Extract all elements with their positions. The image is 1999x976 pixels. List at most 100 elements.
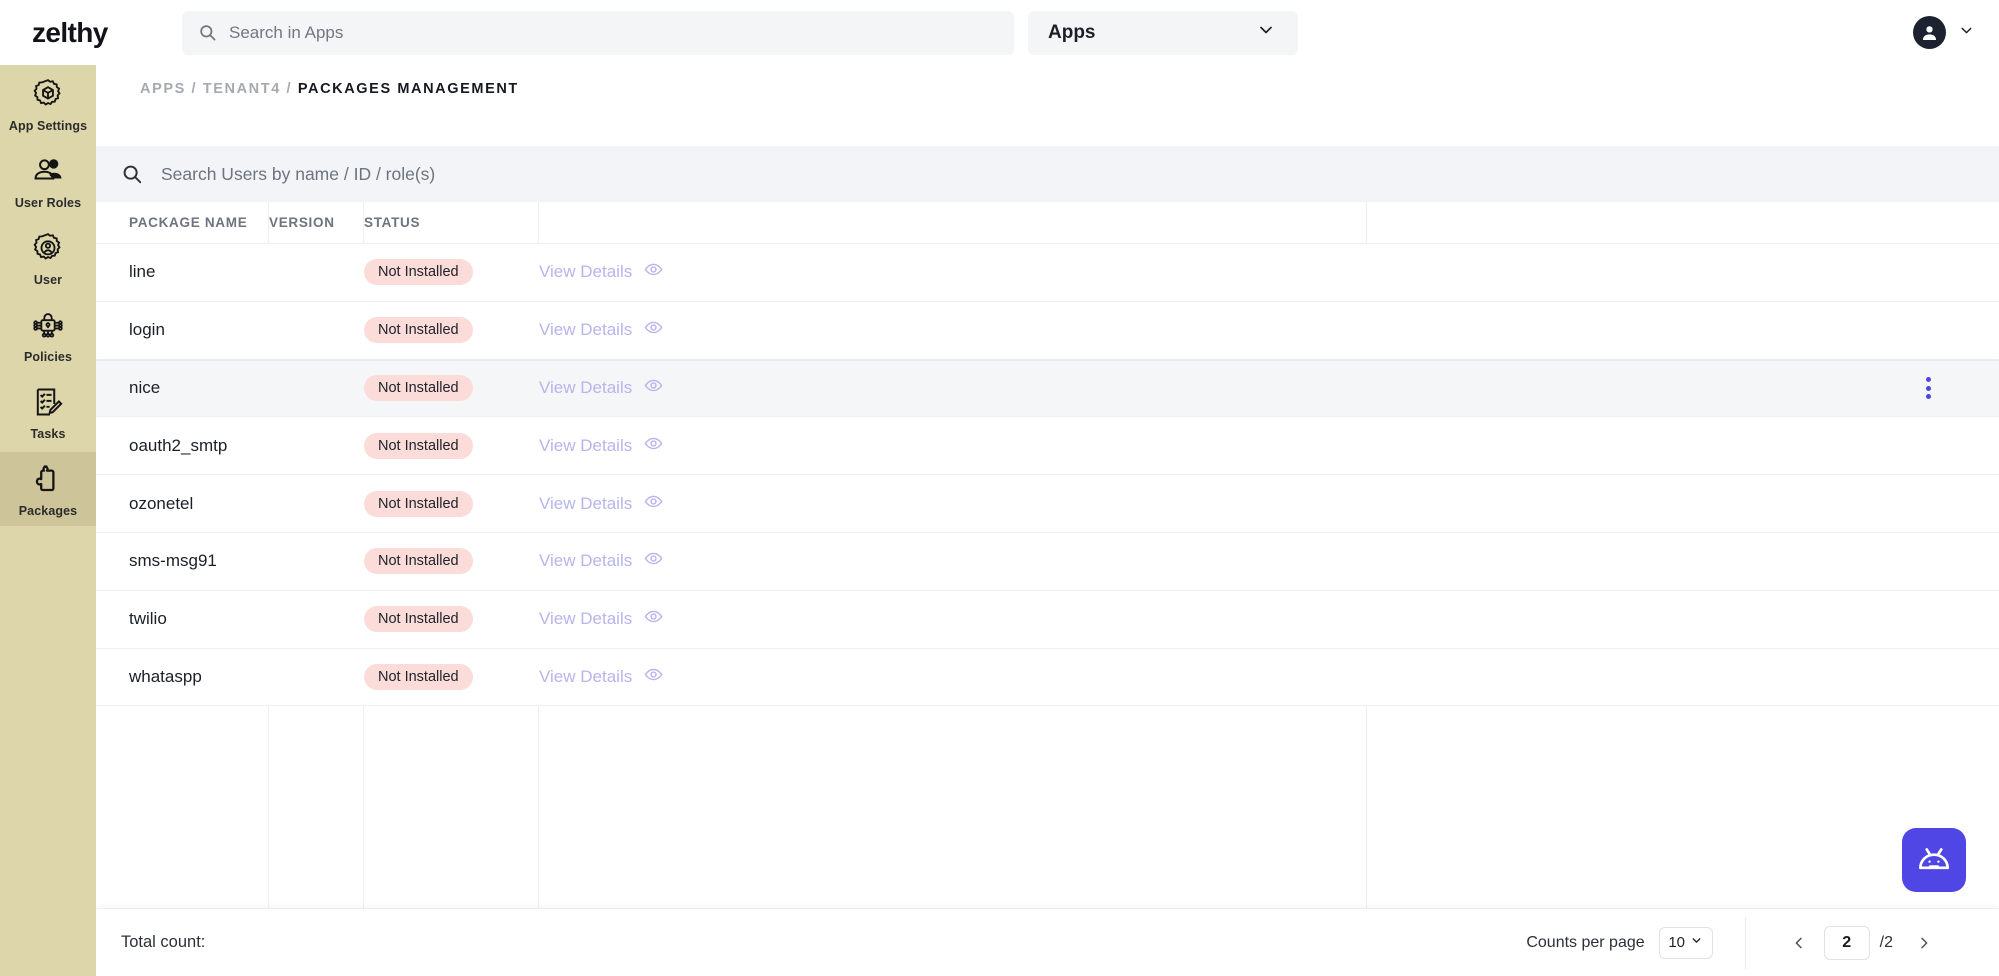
table-row[interactable]: login Not Installed View Details	[96, 301, 1999, 360]
cell-actions: View Details	[539, 260, 663, 284]
cell-status: Not Installed	[364, 259, 539, 286]
policy-lock-icon	[31, 307, 65, 344]
table-row[interactable]: line Not Installed View Details	[96, 244, 1999, 302]
cell-actions: View Details	[539, 549, 663, 573]
eye-icon[interactable]	[644, 492, 663, 516]
view-details-link[interactable]: View Details	[539, 494, 632, 514]
search-icon	[198, 23, 217, 42]
status-badge: Not Installed	[364, 432, 473, 459]
tasks-checklist-icon	[31, 384, 65, 421]
eye-icon[interactable]	[644, 434, 663, 458]
status-badge: Not Installed	[364, 259, 473, 286]
total-pages-label: /2	[1879, 933, 1893, 951]
cell-package-name: whataspp	[129, 666, 202, 686]
counts-per-page-label: Counts per page	[1526, 933, 1645, 951]
avatar[interactable]	[1913, 16, 1946, 49]
sidebar-item-label: User	[33, 272, 63, 287]
view-details-link[interactable]: View Details	[539, 609, 632, 629]
sidebar-item-label: User Roles	[14, 195, 82, 210]
eye-icon[interactable]	[644, 607, 663, 631]
sidebar-item-label: Tasks	[30, 426, 66, 441]
puzzle-piece-icon	[31, 461, 65, 498]
top-bar: zelthy Search in Apps Apps	[0, 0, 1999, 65]
status-badge: Not Installed	[364, 606, 473, 633]
global-search-placeholder: Search in Apps	[229, 22, 344, 42]
table-row[interactable]: whataspp Not Installed View Details	[96, 648, 1999, 707]
eye-icon[interactable]	[644, 260, 663, 284]
chevron-down-icon	[1958, 22, 1975, 44]
gear-box-icon	[31, 76, 65, 113]
column-header-version[interactable]: VERSION	[269, 215, 364, 230]
cell-actions: View Details	[539, 318, 663, 342]
next-page-button[interactable]	[1909, 928, 1939, 958]
view-details-link[interactable]: View Details	[539, 667, 632, 687]
cell-actions: View Details	[539, 492, 663, 516]
cell-package-name: sms-msg91	[129, 551, 217, 571]
sidebar-item-app-settings[interactable]: App Settings	[0, 67, 96, 141]
search-icon	[121, 163, 143, 185]
sidebar-item-label: Packages	[18, 503, 78, 518]
sidebar-item-policies[interactable]: Policies	[0, 298, 96, 372]
status-badge: Not Installed	[364, 663, 473, 690]
eye-icon[interactable]	[644, 376, 663, 400]
user-search-input[interactable]: Search Users by name / ID / role(s)	[96, 146, 1999, 202]
apps-dropdown-label: Apps	[1048, 21, 1096, 43]
total-count: Total count:	[121, 933, 205, 952]
more-vertical-icon[interactable]	[1926, 377, 1931, 400]
column-header-status[interactable]: STATUS	[364, 215, 539, 230]
pagination: Counts per page 10 2 /2	[1526, 916, 1999, 969]
breadcrumb-separator: /	[191, 81, 198, 97]
account-menu[interactable]	[1913, 16, 1975, 49]
view-details-link[interactable]: View Details	[539, 378, 632, 398]
cell-status: Not Installed	[364, 432, 539, 459]
user-roles-icon	[31, 153, 65, 190]
table-row[interactable]: twilio Not Installed View Details	[96, 590, 1999, 649]
current-page-input[interactable]: 2	[1823, 925, 1870, 960]
apps-dropdown[interactable]: Apps	[1028, 10, 1298, 55]
table-row[interactable]: ozonetel Not Installed View Details	[96, 475, 1999, 533]
cell-package-name: oauth2_smtp	[129, 435, 228, 455]
sidebar-item-packages[interactable]: Packages	[0, 452, 96, 526]
status-badge: Not Installed	[364, 375, 473, 402]
table-footer: Total count: Counts per page 10 2 /2	[96, 908, 1999, 976]
user-gear-icon	[31, 230, 65, 267]
sidebar-item-label: App Settings	[8, 118, 88, 133]
chevron-down-icon	[1690, 934, 1703, 951]
eye-icon[interactable]	[644, 549, 663, 573]
view-details-link[interactable]: View Details	[539, 436, 632, 456]
table-row[interactable]: nice Not Installed View Details	[96, 359, 1999, 418]
packages-table: PACKAGE NAME VERSION STATUS line Not Inst…	[96, 202, 1999, 707]
sidebar-item-user[interactable]: User	[0, 221, 96, 295]
cell-status: Not Installed	[364, 317, 539, 344]
global-search-input[interactable]: Search in Apps	[182, 10, 1014, 55]
cell-status: Not Installed	[364, 490, 539, 517]
view-details-link[interactable]: View Details	[539, 320, 632, 340]
eye-icon[interactable]	[644, 318, 663, 342]
brand-logo[interactable]: zelthy	[0, 17, 152, 49]
table-row[interactable]: sms-msg91 Not Installed View Details	[96, 532, 1999, 591]
view-details-link[interactable]: View Details	[539, 551, 632, 571]
breadcrumb-apps[interactable]: APPS	[140, 81, 186, 97]
main-content: APPS / TENANT4 / PACKAGES MANAGEMENT Sea…	[96, 53, 1999, 976]
sidebar: App Settings User Roles User Policies Ta…	[0, 53, 96, 976]
cell-package-name: nice	[129, 378, 161, 398]
cell-status: Not Installed	[364, 375, 539, 402]
table-row[interactable]: oauth2_smtp Not Installed View Details	[96, 417, 1999, 476]
breadcrumb-current: PACKAGES MANAGEMENT	[297, 81, 519, 97]
status-badge: Not Installed	[364, 317, 473, 344]
cell-package-name: line	[129, 262, 156, 282]
sidebar-item-user-roles[interactable]: User Roles	[0, 144, 96, 218]
previous-page-button[interactable]	[1784, 928, 1814, 958]
cell-actions: View Details	[539, 434, 663, 458]
column-header-package-name[interactable]: PACKAGE NAME	[129, 215, 269, 230]
chatbot-button[interactable]	[1902, 828, 1966, 892]
breadcrumb-tenant[interactable]: TENANT4	[203, 81, 281, 97]
table-header-row: PACKAGE NAME VERSION STATUS	[96, 202, 1999, 244]
sidebar-item-tasks[interactable]: Tasks	[0, 375, 96, 449]
view-details-link[interactable]: View Details	[539, 262, 632, 282]
eye-icon[interactable]	[644, 665, 663, 689]
table-body: line Not Installed View Details login Not In…	[96, 244, 1999, 707]
counts-per-page-select[interactable]: 10	[1658, 926, 1713, 959]
packages-management-page: zelthy Search in Apps Apps App Settings …	[0, 0, 1999, 976]
chevron-down-icon	[1256, 20, 1276, 45]
